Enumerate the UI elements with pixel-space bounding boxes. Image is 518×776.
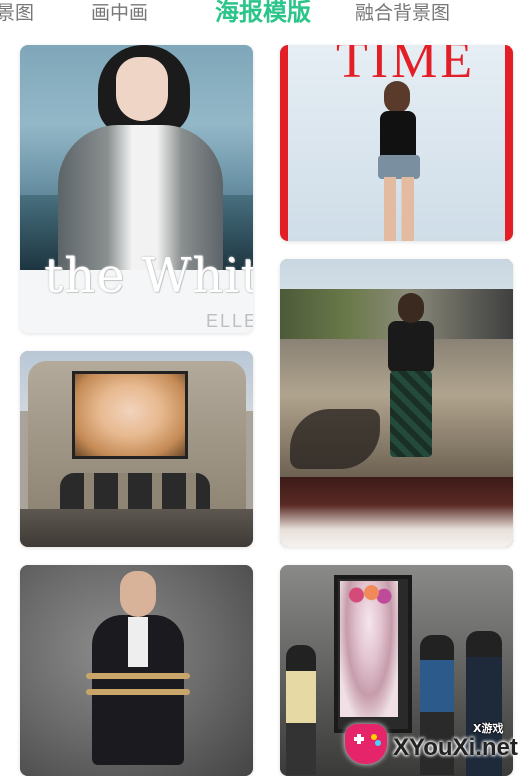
model-head xyxy=(398,293,424,323)
rope xyxy=(86,689,190,695)
tab-picture-in-picture[interactable]: 画中画 xyxy=(91,0,148,26)
model-plaid-pants xyxy=(390,371,432,457)
gamepad-logo-icon xyxy=(345,724,387,764)
pedestrian xyxy=(286,645,316,775)
model-shorts xyxy=(378,155,420,179)
watermark-site-text: XYouXi.net xyxy=(393,734,518,761)
flower-crown xyxy=(344,583,394,607)
tab-poster-template[interactable]: 海报模版 xyxy=(215,0,311,26)
category-tab-bar: 景图 画中画 海报模版 融合背景图 xyxy=(0,0,518,32)
model-top xyxy=(388,321,434,373)
billboard-portrait xyxy=(72,371,188,459)
model-head xyxy=(384,81,410,113)
man-shirt xyxy=(128,617,148,667)
template-card-3[interactable] xyxy=(20,351,253,547)
street-crowd xyxy=(20,509,253,547)
template-card-5[interactable] xyxy=(20,565,253,776)
man-head xyxy=(120,571,156,617)
model-top xyxy=(380,111,416,159)
site-watermark: X游戏 XYouXi.net xyxy=(345,720,518,768)
model-face xyxy=(116,57,168,121)
tab-background[interactable]: 景图 xyxy=(0,0,34,26)
template-card-2[interactable]: TIME xyxy=(280,45,513,241)
poster-brand-text: ELLE xyxy=(206,311,253,331)
tab-blend-background[interactable]: 融合背景图 xyxy=(355,0,450,26)
model-legs xyxy=(384,177,414,241)
template-card-4[interactable] xyxy=(280,259,513,547)
cafe-table xyxy=(280,477,513,547)
rope xyxy=(86,673,190,679)
poster-title-text: the Whit xyxy=(44,248,253,304)
building-arches xyxy=(60,473,210,513)
template-card-1[interactable]: the Whit ELLE xyxy=(20,45,253,333)
